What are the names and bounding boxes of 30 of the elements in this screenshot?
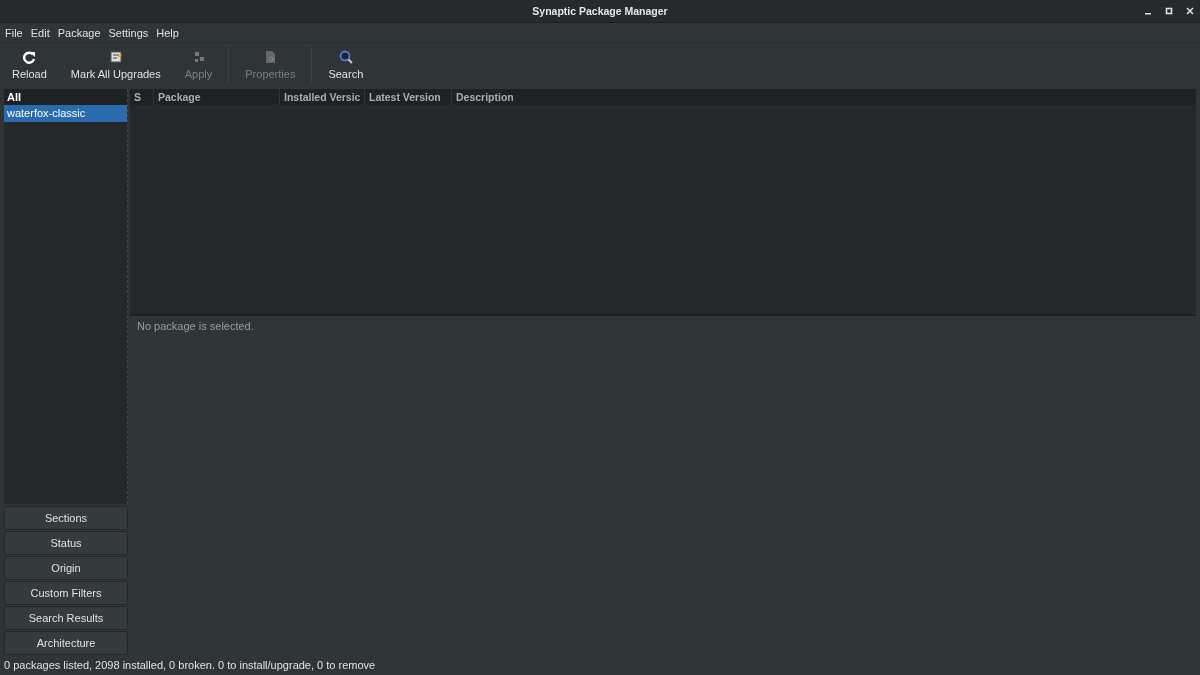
status-text: 0 packages listed, 2098 installed, 0 broken. 0 to install/upgrade, 0 to remove xyxy=(4,659,376,671)
filter-button[interactable]: Sections xyxy=(4,506,128,530)
menu-item[interactable]: Help xyxy=(156,26,179,39)
menu-item[interactable]: File xyxy=(5,26,23,39)
details-text: No package is selected. xyxy=(137,320,254,332)
close-icon[interactable] xyxy=(1186,7,1194,15)
window-title: Synaptic Package Manager xyxy=(532,5,668,17)
maximize-icon[interactable] xyxy=(1165,7,1173,15)
toolbar-button[interactable]: Search xyxy=(320,43,372,87)
document-icon xyxy=(263,50,278,64)
menu-item[interactable]: Package xyxy=(57,26,101,39)
column-header: All xyxy=(4,89,127,105)
search-icon xyxy=(338,50,353,64)
filter-item[interactable]: waterfox-classic xyxy=(4,105,127,122)
column-header[interactable]: Installed Versic xyxy=(280,89,365,105)
toolbar-button[interactable]: Mark All Upgrades xyxy=(62,43,169,87)
filter-button[interactable]: Origin xyxy=(4,556,128,580)
filter-button[interactable]: Custom Filters xyxy=(4,581,128,605)
menu-item[interactable]: Edit xyxy=(30,26,50,39)
toolbar-button[interactable]: Reload xyxy=(4,43,55,87)
filter-button[interactable]: Status xyxy=(4,531,128,555)
column-header[interactable]: Description xyxy=(452,89,1196,105)
menu-item[interactable]: Settings xyxy=(108,26,149,39)
column-header[interactable]: S xyxy=(130,89,154,105)
filter-button[interactable]: Architecture xyxy=(4,631,128,655)
filter-button[interactable]: Search Results xyxy=(4,606,128,630)
checklist-icon xyxy=(108,50,123,64)
column-header[interactable]: Latest Version xyxy=(365,89,452,105)
reload-icon xyxy=(22,50,37,64)
column-header[interactable]: Package xyxy=(154,89,280,105)
